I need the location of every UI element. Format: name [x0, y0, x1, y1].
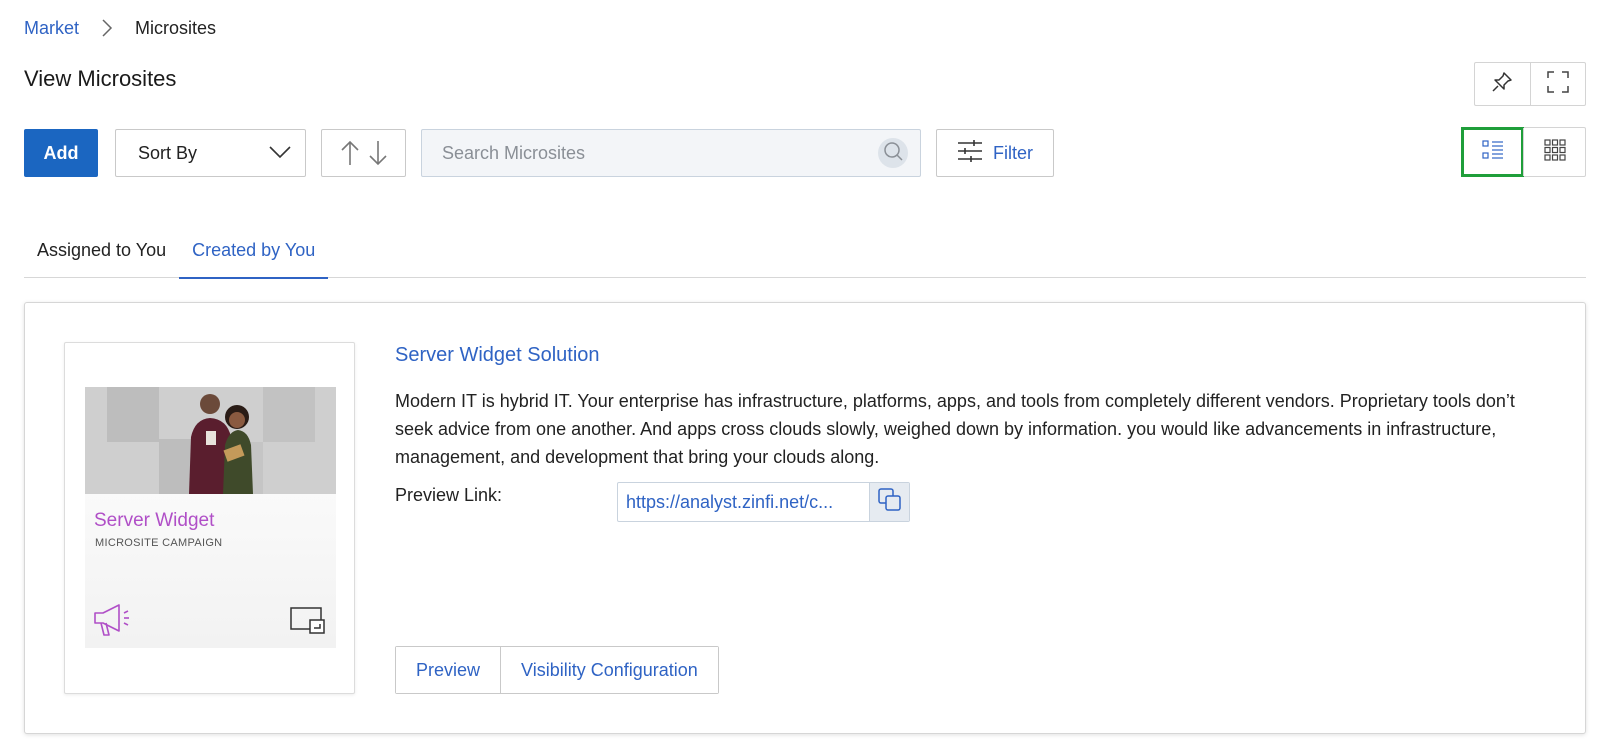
microsite-description: Modern IT is hybrid IT. Your enterprise …	[395, 391, 1515, 467]
search-button[interactable]	[878, 138, 908, 168]
grid-view-button[interactable]	[1523, 128, 1585, 176]
thumbnail-title: Server Widget	[94, 510, 215, 531]
preview-link[interactable]: https://analyst.zinfi.net/c...	[618, 483, 869, 521]
sort-direction-button[interactable]	[321, 129, 406, 177]
breadcrumb-market-link[interactable]: Market	[24, 18, 79, 39]
tab-created-by-you[interactable]: Created by You	[179, 222, 329, 279]
filter-button[interactable]: Filter	[936, 129, 1054, 177]
visibility-configuration-button[interactable]: Visibility Configuration	[500, 647, 718, 693]
preview-button[interactable]: Preview	[396, 647, 501, 693]
add-button[interactable]: Add	[24, 129, 98, 177]
search-icon	[883, 141, 903, 166]
breadcrumb-current: Microsites	[135, 17, 217, 38]
thumbnail-subtitle: MICROSITE CAMPAIGN	[95, 537, 223, 549]
sliders-icon	[957, 139, 983, 168]
fullscreen-icon	[1547, 70, 1569, 98]
screen-preview-icon	[290, 607, 326, 640]
tabs: Assigned to You Created by You	[24, 222, 1586, 279]
pin-button[interactable]	[1475, 63, 1530, 105]
microsite-actions: Preview Visibility Configuration	[395, 646, 719, 694]
search-input[interactable]	[442, 142, 878, 164]
copy-link-button[interactable]	[869, 483, 909, 521]
microsite-thumbnail[interactable]: Server Widget MICROSITE CAMPAIGN	[64, 342, 355, 694]
copy-icon	[877, 487, 902, 517]
list-view-button[interactable]	[1461, 127, 1524, 177]
chevron-down-icon	[269, 143, 291, 164]
list-view-icon	[1481, 139, 1504, 165]
search-bar	[421, 129, 921, 177]
thumbnail-photo	[85, 387, 336, 494]
thumbnail-preview: Server Widget MICROSITE CAMPAIGN	[85, 387, 336, 648]
sort-by-select[interactable]: Sort By	[115, 129, 306, 177]
preview-link-label: Preview Link:	[395, 485, 503, 505]
fullscreen-button[interactable]	[1529, 63, 1586, 105]
page-title: View Microsites	[24, 66, 177, 91]
megaphone-icon	[93, 603, 135, 642]
view-mode-toggle	[1461, 127, 1586, 177]
filter-label: Filter	[993, 142, 1033, 163]
microsite-card: Server Widget MICROSITE CAMPAIGN Server …	[24, 302, 1586, 734]
grid-view-icon	[1543, 138, 1566, 166]
sort-arrows-icon	[340, 140, 388, 166]
chevron-right-icon	[101, 19, 113, 37]
page-actions	[1474, 62, 1586, 106]
pin-icon	[1491, 71, 1513, 98]
microsite-title[interactable]: Server Widget Solution	[395, 344, 600, 367]
sort-by-label: Sort By	[138, 142, 198, 163]
preview-link-field: https://analyst.zinfi.net/c...	[617, 482, 910, 522]
tab-assigned-to-you[interactable]: Assigned to You	[24, 222, 179, 278]
breadcrumb: Market Microsites	[24, 16, 216, 40]
